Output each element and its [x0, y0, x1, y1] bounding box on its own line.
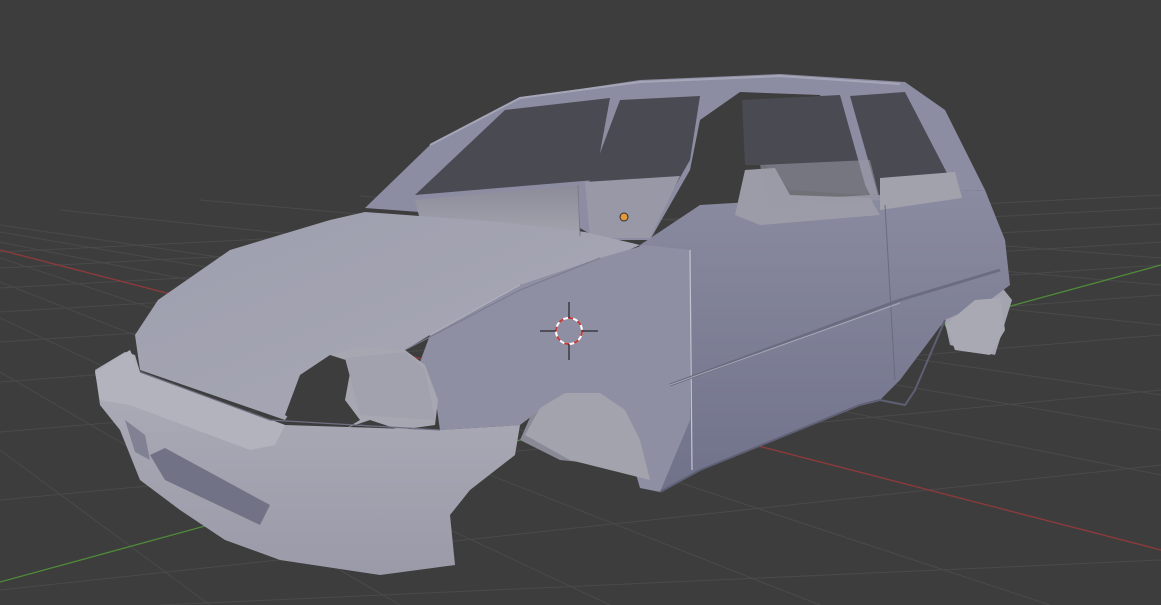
viewport-canvas[interactable]: [0, 0, 1161, 605]
3d-viewport[interactable]: [0, 0, 1161, 605]
object-origin-dot: [619, 212, 629, 222]
